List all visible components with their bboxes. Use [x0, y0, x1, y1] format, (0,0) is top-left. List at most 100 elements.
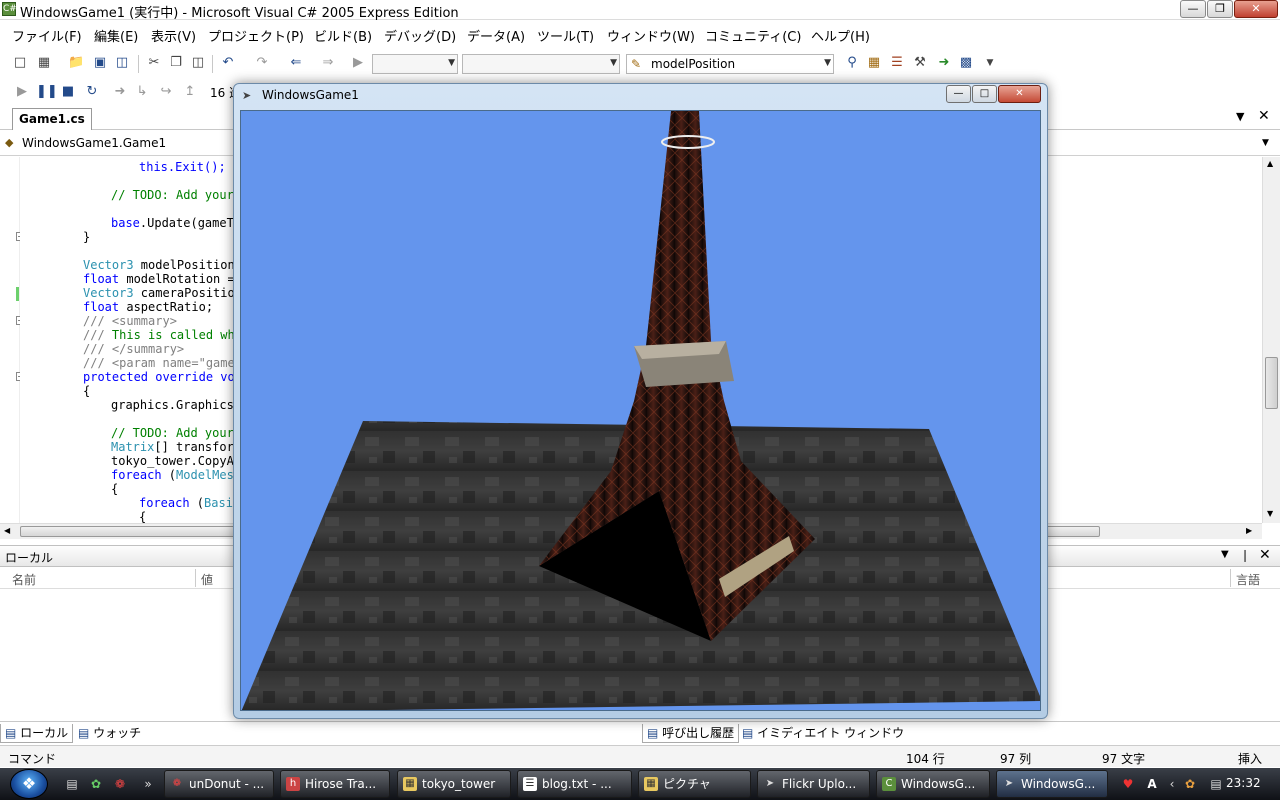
status-char: 97 文字	[1102, 752, 1146, 766]
tray-icon[interactable]: ✿	[1182, 776, 1198, 792]
tab-game1-cs[interactable]: Game1.cs	[12, 108, 92, 130]
ime-mode-indicator[interactable]: A	[1144, 776, 1160, 792]
minimize-button[interactable]: —	[1180, 0, 1206, 18]
tab-immediate-window[interactable]: ▤ イミディエイト ウィンドウ	[738, 724, 908, 743]
column-divider[interactable]	[195, 569, 196, 587]
class-dropdown[interactable]: WindowsGame1.Game1	[22, 136, 166, 150]
menu-view[interactable]: 表示(V)	[151, 26, 196, 45]
scroll-right-icon[interactable]: ▶	[1246, 526, 1252, 535]
scroll-down-icon[interactable]: ▼	[1267, 509, 1273, 518]
quick-launch-icon[interactable]: ✿	[88, 776, 104, 792]
close-document-icon[interactable]: ✕	[1258, 108, 1270, 124]
pin-icon[interactable]: ❘	[1240, 548, 1250, 562]
menu-window[interactable]: ウィンドウ(W)	[607, 26, 695, 45]
tab-list-dropdown[interactable]: ▼	[1236, 110, 1244, 123]
folder-icon: ▦	[403, 777, 417, 791]
taskbar-item-windowsgame-vs[interactable]: C WindowsG...	[876, 770, 990, 798]
game-icon: ➤	[1004, 778, 1014, 789]
show-next-statement-icon[interactable]: ➜	[112, 84, 128, 100]
game-minimize-button[interactable]: —	[946, 85, 971, 103]
menu-community[interactable]: コミュニティ(C)	[705, 26, 801, 45]
code-keyword: float	[83, 272, 120, 286]
menu-help[interactable]: ヘルプ(H)	[811, 26, 870, 45]
continue-icon[interactable]: ▶	[14, 84, 30, 100]
column-name[interactable]: 名前	[12, 571, 36, 588]
game-close-button[interactable]: ✕	[998, 85, 1041, 103]
tab-watch[interactable]: ▤ ウォッチ	[74, 724, 145, 743]
clock[interactable]: 23:32	[1226, 776, 1261, 790]
close-panel-icon[interactable]: ✕	[1259, 547, 1271, 563]
navigate-back-icon[interactable]: ⇐	[288, 55, 304, 71]
navigate-forward-icon[interactable]: ⇒	[320, 55, 336, 71]
taskbar-item-tokyo-tower[interactable]: ▦ tokyo_tower	[397, 770, 511, 798]
solution-platform-combo[interactable]: ▼	[462, 54, 620, 74]
taskbar-item-undonut[interactable]: ❁ unDonut - ...	[164, 770, 274, 798]
step-over-icon[interactable]: ↪	[158, 84, 174, 100]
tab-locals[interactable]: ▤ ローカル	[0, 724, 74, 743]
new-project-icon[interactable]: □	[12, 55, 28, 71]
game-window[interactable]: ➤ WindowsGame1 — □ ✕	[233, 83, 1048, 719]
tab-call-stack[interactable]: ▤ 呼び出し履歴	[642, 724, 740, 743]
column-language[interactable]: 言語	[1236, 571, 1260, 588]
find-combo[interactable]: ✎ modelPosition ▼	[626, 54, 834, 74]
taskbar-item-blog-txt[interactable]: ☰ blog.txt - ...	[517, 770, 632, 798]
save-icon[interactable]: ▣	[92, 55, 108, 71]
visual-csharp-icon: C#	[2, 2, 17, 16]
redo-icon[interactable]: ↷	[254, 55, 270, 71]
code-line: this.Exit();	[139, 160, 226, 174]
menu-debug[interactable]: デバッグ(D)	[384, 26, 456, 45]
game-maximize-button[interactable]: □	[972, 85, 997, 103]
open-folder-icon[interactable]: 📁	[68, 55, 84, 71]
changed-line-marker	[16, 287, 19, 301]
taskbar-item-windowsgame[interactable]: ➤ WindowsG...	[996, 770, 1108, 798]
toolbox-icon[interactable]: ⚒	[912, 55, 928, 71]
editor-vertical-scrollbar[interactable]: ▲ ▼	[1262, 157, 1280, 523]
properties-icon[interactable]: ☰	[889, 55, 905, 71]
window-position-icon[interactable]: ▼	[1221, 549, 1229, 560]
start-page-icon[interactable]: ➜	[936, 55, 952, 71]
stop-debugging-icon[interactable]: ■	[60, 84, 76, 100]
start-button[interactable]: ❖	[10, 769, 48, 799]
scroll-left-icon[interactable]: ◀	[4, 526, 10, 535]
start-debugging-icon[interactable]: ▶	[350, 55, 366, 71]
quick-launch-icon[interactable]: ❁	[112, 776, 128, 792]
quick-launch-more-icon[interactable]: »	[140, 776, 156, 792]
paste-icon[interactable]: ◫	[190, 55, 206, 71]
column-value[interactable]: 値	[201, 571, 213, 588]
taskbar-item-hirose[interactable]: h Hirose Tra...	[280, 770, 390, 798]
toolbar-options-icon[interactable]: ▼	[982, 55, 998, 71]
menu-file[interactable]: ファイル(F)	[12, 26, 82, 45]
add-item-icon[interactable]: ▦	[36, 55, 52, 71]
close-button[interactable]: ✕	[1234, 0, 1278, 18]
restart-icon[interactable]: ↻	[84, 84, 100, 100]
solution-configuration-combo[interactable]: ▼	[372, 54, 458, 74]
member-dropdown-arrow[interactable]: ▼	[1262, 138, 1269, 148]
menu-project[interactable]: プロジェクト(P)	[208, 26, 304, 45]
column-divider[interactable]	[1230, 569, 1231, 587]
solution-explorer-icon[interactable]: ▦	[866, 55, 882, 71]
find-in-files-icon[interactable]: ⚲	[844, 55, 860, 71]
break-all-icon[interactable]: ❚❚	[36, 84, 58, 100]
copy-icon[interactable]: ❐	[168, 55, 184, 71]
menu-tools[interactable]: ツール(T)	[537, 26, 594, 45]
scroll-up-icon[interactable]: ▲	[1267, 159, 1273, 168]
cut-icon[interactable]: ✂	[146, 55, 162, 71]
balloon-icon[interactable]: ♥	[1120, 776, 1136, 792]
tray-icon[interactable]: ▤	[1208, 776, 1224, 792]
step-out-icon[interactable]: ↥	[182, 84, 198, 100]
restore-button[interactable]: ❐	[1207, 0, 1233, 18]
scrollbar-thumb[interactable]	[1265, 357, 1278, 409]
step-into-icon[interactable]: ↳	[134, 84, 150, 100]
toolbar-separator	[212, 55, 213, 73]
undo-icon[interactable]: ↶	[220, 55, 236, 71]
taskbar-item-flickr-uploadr[interactable]: ➤ Flickr Uplo...	[757, 770, 870, 798]
menu-edit[interactable]: 編集(E)	[94, 26, 138, 45]
other-windows-icon[interactable]: ▩	[958, 55, 974, 71]
game-viewport[interactable]	[240, 110, 1041, 711]
menu-data[interactable]: データ(A)	[467, 26, 525, 45]
show-desktop-icon[interactable]: ▤	[64, 776, 80, 792]
tray-expand-icon[interactable]: ‹	[1164, 776, 1180, 792]
menu-build[interactable]: ビルド(B)	[314, 26, 372, 45]
save-all-icon[interactable]: ◫	[114, 55, 130, 71]
taskbar-item-pictures[interactable]: ▦ ピクチャ	[638, 770, 751, 798]
